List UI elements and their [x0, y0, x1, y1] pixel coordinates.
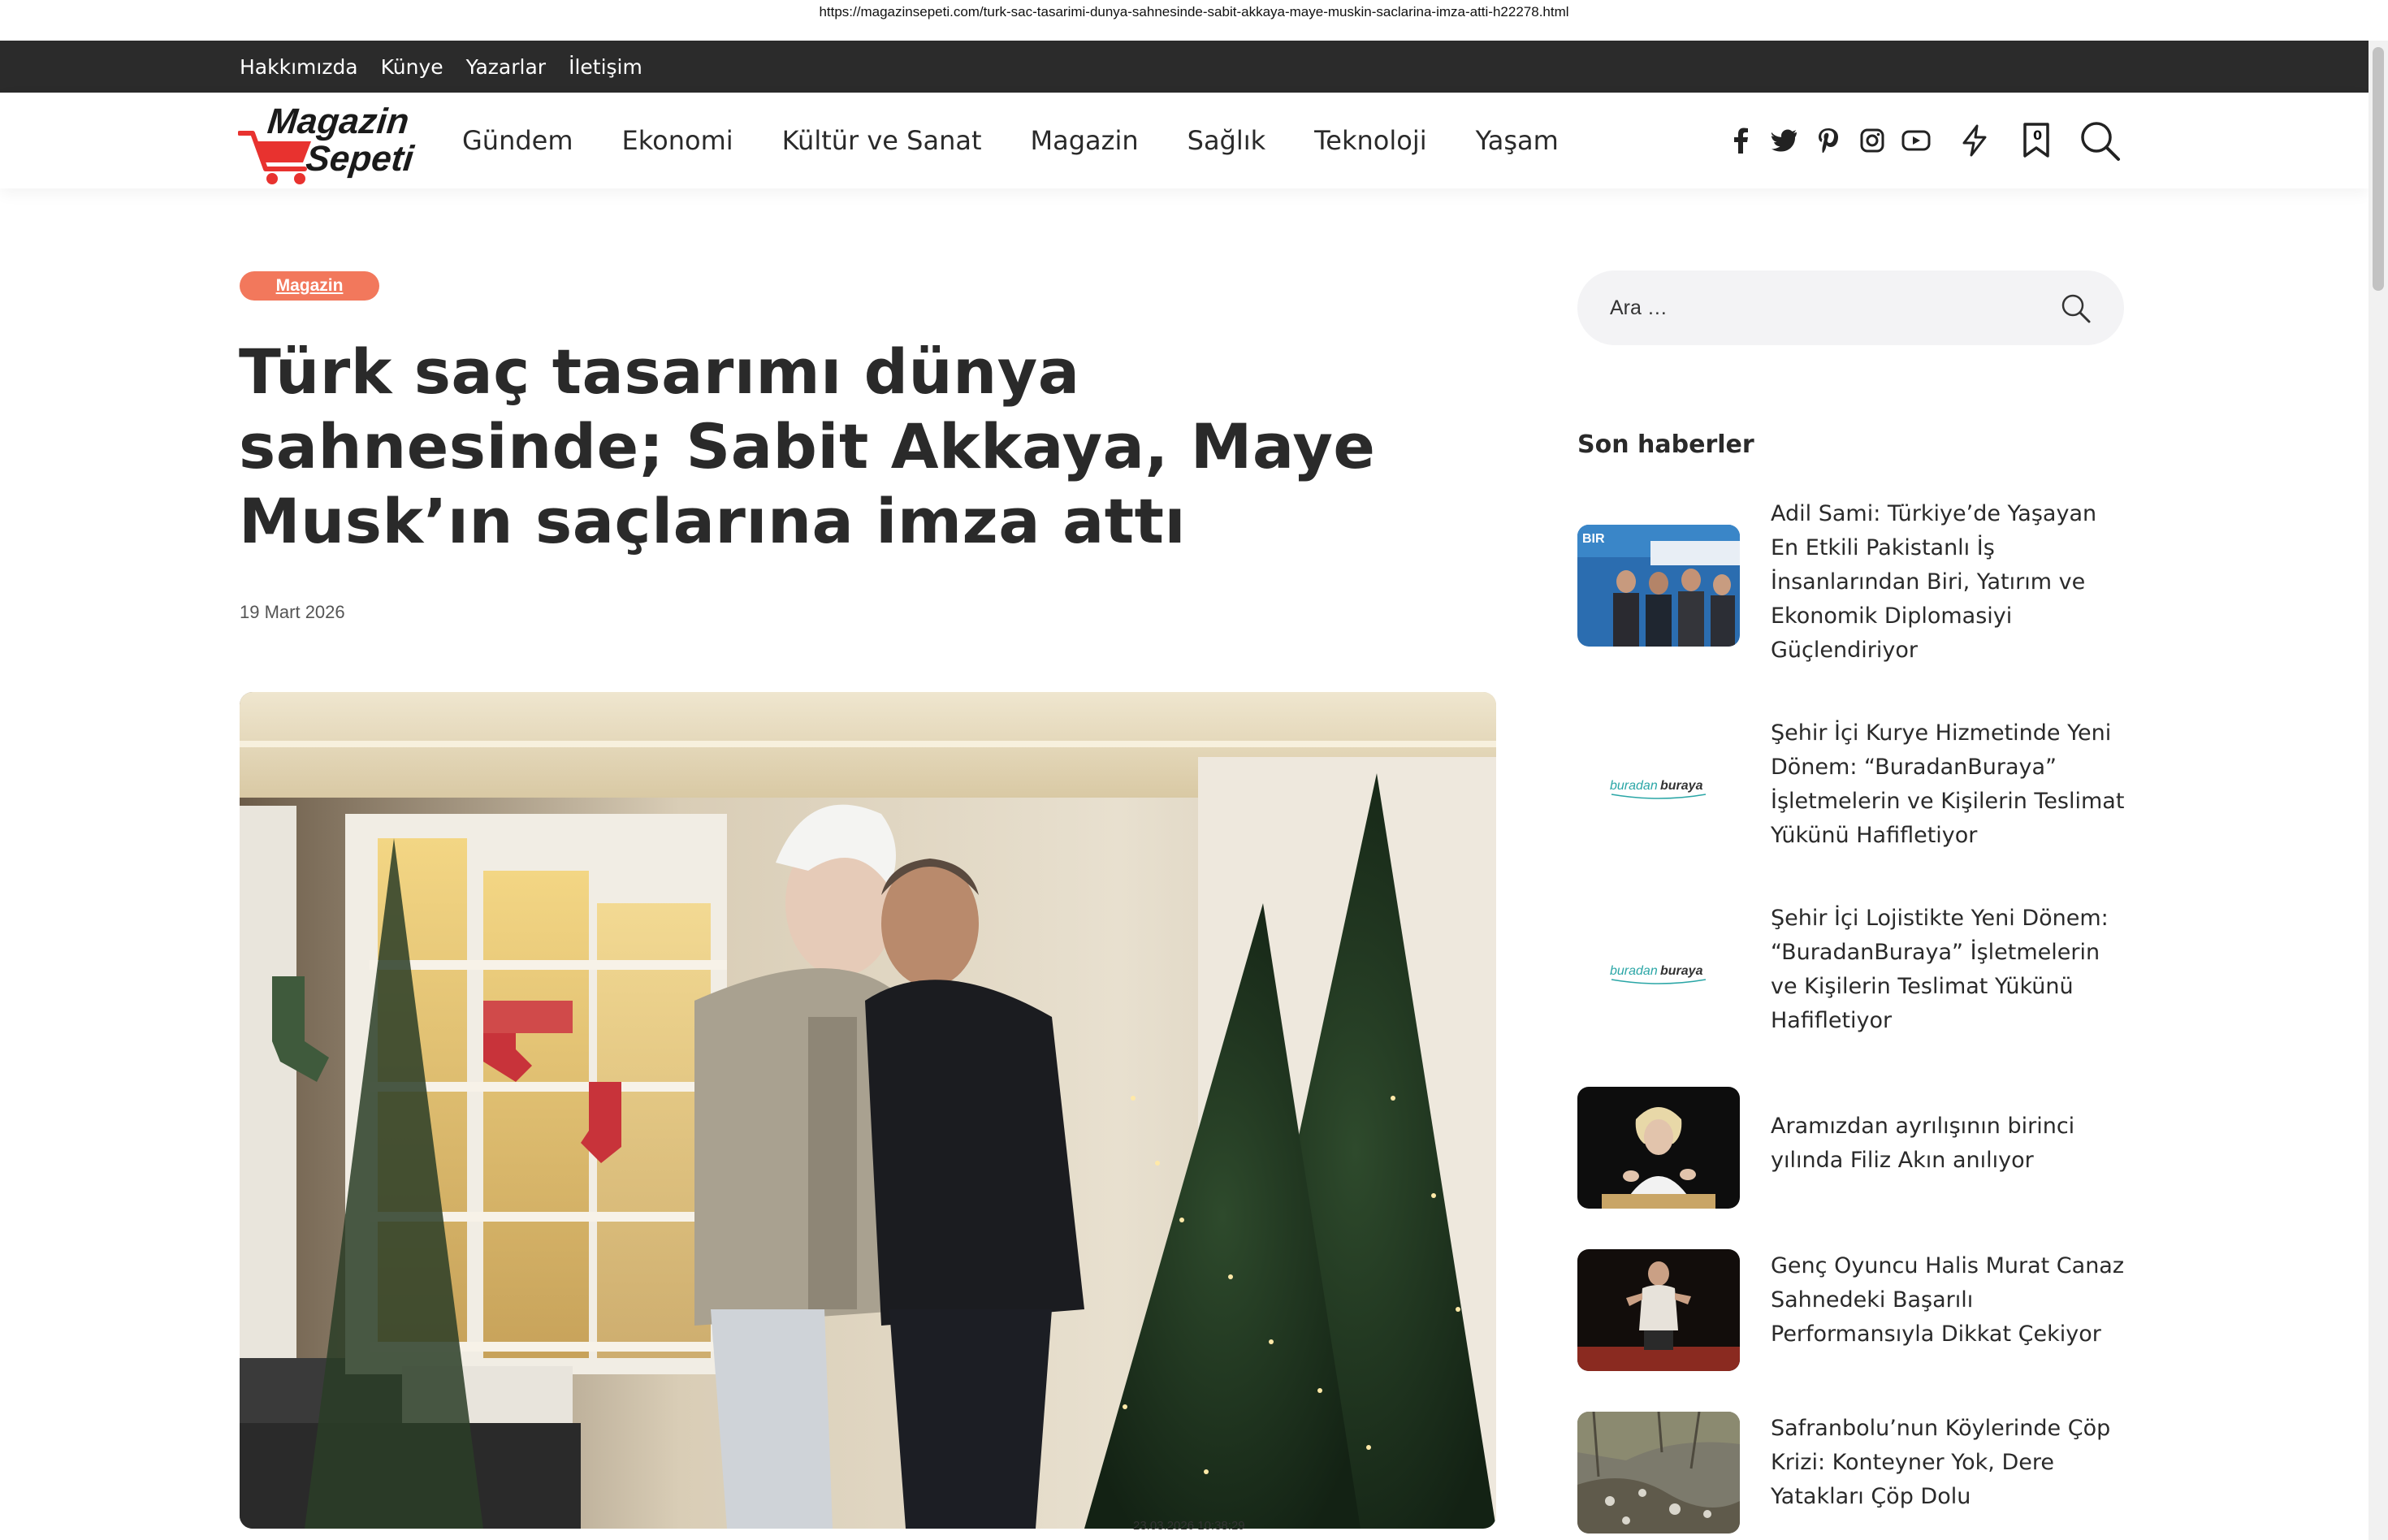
main-nav: Gündem Ekonomi Kültür ve Sanat Magazin S… — [462, 93, 1607, 188]
lightning-icon[interactable] — [1960, 124, 1989, 157]
youtube-icon[interactable] — [1901, 124, 1931, 157]
nav-item-teknoloji[interactable]: Teknoloji — [1314, 125, 1426, 156]
featured-photo — [240, 692, 1496, 1529]
svg-text:buraya: buraya — [1660, 964, 1703, 978]
search-icon[interactable] — [2077, 118, 2122, 163]
site-header: Magazin Sepeti Gündem Ekonomi Kültür ve … — [0, 93, 2369, 188]
sidebar-heading: Son haberler — [1577, 430, 1754, 459]
svg-text:buradan: buradan — [1610, 779, 1658, 793]
news-title[interactable]: Adil Sami: Türkiye’de Yaşayan En Etkili … — [1771, 497, 2125, 668]
topbar-link-about[interactable]: Hakkımızda — [240, 55, 358, 79]
featured-image — [240, 692, 1496, 1529]
topbar-link-kunye[interactable]: Künye — [381, 55, 443, 79]
twitter-icon[interactable] — [1770, 124, 1799, 157]
image-timestamp: 23.03.2026 10:38:29 — [1133, 1519, 1245, 1533]
news-title[interactable]: Şehir İçi Lojistikte Yeni Dönem: “Burada… — [1771, 902, 2125, 1038]
news-title[interactable]: Genç Oyuncu Halis Murat Canaz Sahnedeki … — [1771, 1249, 2125, 1352]
topbar-link-contact[interactable]: İletişim — [569, 55, 642, 79]
site-logo[interactable]: Magazin Sepeti — [237, 96, 417, 187]
facebook-icon[interactable] — [1726, 124, 1755, 157]
news-thumb[interactable]: buradan buraya — [1577, 910, 1740, 1032]
category-badge[interactable]: Magazin — [240, 271, 379, 301]
news-item[interactable]: BIR Adil Sami: Türkiye’de Yaşayan En Etk… — [1577, 497, 2125, 663]
search-input[interactable] — [1610, 287, 2032, 329]
instagram-icon[interactable] — [1858, 124, 1887, 157]
news-item[interactable]: Aramızdan ayrılışının birinci yılında Fi… — [1577, 1087, 2125, 1210]
nav-item-yasam[interactable]: Yaşam — [1476, 125, 1559, 156]
article-title: Türk saç tasarımı dünya sahnesinde; Sabi… — [239, 335, 1376, 557]
news-thumb[interactable]: BIR — [1577, 525, 1740, 647]
nav-item-saglik[interactable]: Sağlık — [1188, 125, 1266, 156]
top-bar-links: Hakkımızda Künye Yazarlar İletişim — [240, 41, 642, 93]
topbar-link-authors[interactable]: Yazarlar — [466, 55, 546, 79]
top-bar: Hakkımızda Künye Yazarlar İletişim — [0, 41, 2369, 93]
scrollbar-thumb[interactable] — [2373, 47, 2384, 291]
news-thumb[interactable] — [1577, 1249, 1740, 1371]
search-submit-icon[interactable] — [2059, 292, 2092, 324]
article-date: 19 Mart 2026 — [240, 602, 345, 622]
nav-item-kultur-sanat[interactable]: Kültür ve Sanat — [782, 125, 982, 156]
news-thumb[interactable] — [1577, 1087, 1740, 1209]
nav-item-ekonomi[interactable]: Ekonomi — [622, 125, 733, 156]
news-thumb[interactable] — [1577, 1412, 1740, 1534]
news-item[interactable]: buradan buraya Şehir İçi Kurye Hizmetind… — [1577, 716, 2125, 854]
svg-text:buradan: buradan — [1610, 964, 1658, 978]
news-item[interactable]: buradan buraya Şehir İçi Lojistikte Yeni… — [1577, 902, 2125, 1040]
browser-url-bar: https://magazinsepeti.com/turk-sac-tasar… — [0, 0, 2388, 41]
pinterest-icon[interactable] — [1814, 124, 1843, 157]
page-scrollbar[interactable] — [2369, 41, 2388, 1540]
logo-graphic: Magazin Sepeti — [237, 102, 417, 184]
news-thumb[interactable]: buradan buraya — [1577, 725, 1740, 846]
bookmark-count: 0 — [2033, 128, 2043, 143]
header-icons: 0 — [1726, 93, 2122, 188]
nav-item-magazin[interactable]: Magazin — [1031, 125, 1139, 156]
bookmark-button[interactable]: 0 — [2018, 123, 2054, 158]
svg-text:buraya: buraya — [1660, 779, 1703, 793]
page-url: https://magazinsepeti.com/turk-sac-tasar… — [819, 4, 1569, 19]
news-title[interactable]: Aramızdan ayrılışının birinci yılında Fi… — [1771, 1110, 2125, 1178]
svg-text:BIR: BIR — [1582, 532, 1605, 546]
sidebar-search — [1577, 270, 2124, 345]
news-item[interactable]: Genç Oyuncu Halis Murat Canaz Sahnedeki … — [1577, 1249, 2125, 1373]
logo-text-sepeti: Sepeti — [304, 139, 417, 179]
nav-item-gundem[interactable]: Gündem — [462, 125, 573, 156]
news-title[interactable]: Şehir İçi Kurye Hizmetinde Yeni Dönem: “… — [1771, 716, 2125, 853]
news-title[interactable]: Safranbolu’nun Köylerinde Çöp Krizi: Kon… — [1771, 1412, 2125, 1514]
news-item[interactable]: Safranbolu’nun Köylerinde Çöp Krizi: Kon… — [1577, 1412, 2125, 1535]
logo-text-magazin: Magazin — [266, 102, 411, 141]
